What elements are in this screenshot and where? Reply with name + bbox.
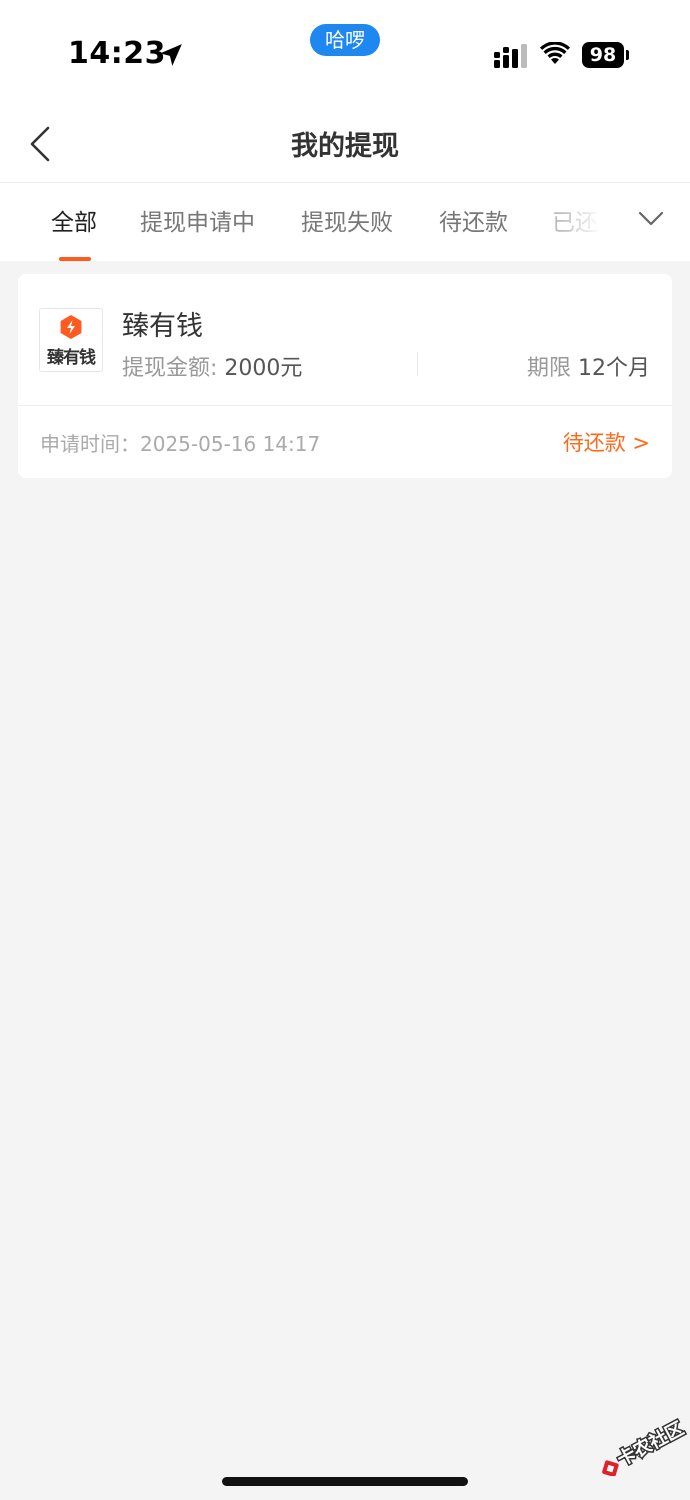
brand-logo-text: 臻有钱 xyxy=(47,348,96,368)
amount-info: 提现金额: 2000元 xyxy=(122,350,302,382)
active-tab-indicator xyxy=(59,257,91,261)
svg-text:卡农社区: 卡农社区 xyxy=(614,1417,688,1470)
tab-all[interactable]: 全部 xyxy=(51,203,97,237)
home-indicator[interactable] xyxy=(222,1477,468,1486)
nav-bar: 我的提现 xyxy=(0,100,690,183)
tab-failed[interactable]: 提现失败 xyxy=(301,203,393,237)
amount-label: 提现金额: xyxy=(122,356,225,381)
brand-logo-icon xyxy=(60,315,82,339)
status-bar: 14:23 哈啰 98 xyxy=(0,0,690,100)
apply-time: 申请时间：2025-05-16 14:17 xyxy=(40,432,321,456)
tab-bar: 全部 提现申请中 提现失败 待还款 已还 xyxy=(0,183,690,261)
location-arrow-icon xyxy=(160,44,182,66)
term-label: 期限 xyxy=(527,356,578,381)
withdrawal-record-card[interactable]: 臻有钱 臻有钱 提现金额: 2000元 期限 12个月 申请时间：2025-05… xyxy=(18,274,672,478)
cellular-signal-icon xyxy=(494,44,527,68)
card-divider xyxy=(18,405,672,406)
app-indicator-pill[interactable]: 哈啰 xyxy=(310,24,380,56)
tab-more-button[interactable] xyxy=(620,183,690,261)
tab-applying[interactable]: 提现申请中 xyxy=(140,203,255,237)
battery-icon: 98 xyxy=(582,42,624,68)
wifi-icon xyxy=(540,42,570,64)
info-divider xyxy=(417,352,418,376)
amount-value: 2000元 xyxy=(224,356,303,381)
watermark-logo-icon: 卡农社区 xyxy=(602,1416,688,1476)
record-status-link[interactable]: 待还款 > xyxy=(563,427,650,457)
brand-logo: 臻有钱 xyxy=(39,308,103,372)
term-value: 12个月 xyxy=(578,356,650,381)
page-title: 我的提现 xyxy=(291,131,399,162)
tab-fade-overlay xyxy=(560,183,620,261)
term-info: 期限 12个月 xyxy=(527,350,650,382)
battery-cap xyxy=(626,50,629,60)
status-time: 14:23 xyxy=(68,36,166,71)
tab-pending-repayment[interactable]: 待还款 xyxy=(439,203,508,237)
chevron-down-icon xyxy=(638,211,664,226)
product-name: 臻有钱 xyxy=(122,311,203,342)
